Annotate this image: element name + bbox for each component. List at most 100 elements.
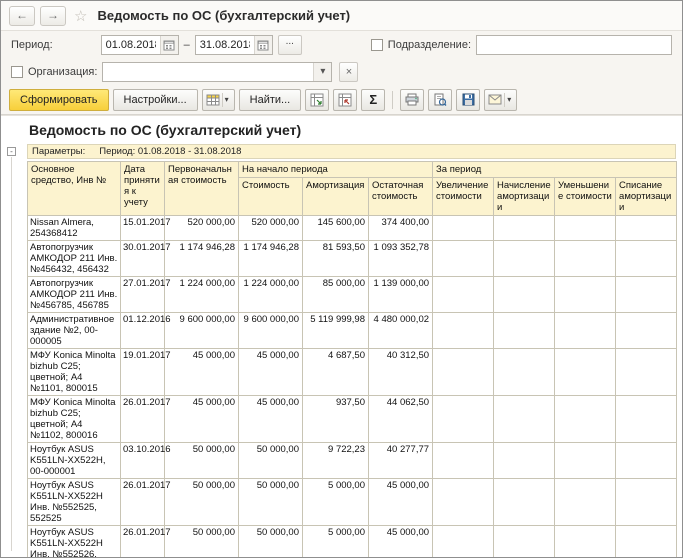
group-collapse-toggle[interactable]: - [7,147,16,156]
cell-residual[interactable]: 44 062,50 [369,396,433,443]
subdivision-input[interactable] [477,36,671,54]
cell-accrual[interactable] [494,241,555,277]
cell-increase[interactable] [433,216,494,241]
table-row[interactable]: Ноутбук ASUS K551LN-XX522H, 00-00000103.… [28,443,677,479]
cell-cost[interactable]: 520 000,00 [239,216,303,241]
cell-name[interactable]: МФУ Konica Minolta bizhub C25; цветной; … [28,349,121,396]
col-initial-cost[interactable]: Первоначальная стоимость [165,162,239,216]
cell-amort[interactable]: 937,50 [303,396,369,443]
cell-amort[interactable]: 145 600,00 [303,216,369,241]
organization-input[interactable] [103,63,313,81]
period-from-calendar-button[interactable] [160,36,178,54]
cell-cost[interactable]: 1 224 000,00 [239,277,303,313]
settings-button[interactable]: Настройки... [113,89,198,111]
table-row[interactable]: Ноутбук ASUS K551LN-XX522H Инв. №552526,… [28,526,677,558]
col-asset[interactable]: Основное средство, Инв № [28,162,121,216]
cell-date[interactable]: 30.01.2017 [121,241,165,277]
col-accrual[interactable]: Начисление амортизации [494,178,555,216]
cell-date[interactable]: 01.12.2016 [121,313,165,349]
cell-amort[interactable]: 9 722,23 [303,443,369,479]
cell-writeoff[interactable] [616,396,677,443]
cell-residual[interactable]: 1 139 000,00 [369,277,433,313]
cell-amort[interactable]: 81 593,50 [303,241,369,277]
cell-decrease[interactable] [555,396,616,443]
cell-decrease[interactable] [555,313,616,349]
cell-date[interactable]: 26.01.2017 [121,526,165,558]
cell-writeoff[interactable] [616,216,677,241]
cell-amort[interactable]: 85 000,00 [303,277,369,313]
table-row[interactable]: Административное здание №2, 00-00000501.… [28,313,677,349]
cell-writeoff[interactable] [616,479,677,526]
cell-cost[interactable]: 45 000,00 [239,396,303,443]
cell-date[interactable]: 03.10.2016 [121,443,165,479]
cell-increase[interactable] [433,396,494,443]
table-row[interactable]: Автопогрузчик АМКОДОР 211 Инв. №456785, … [28,277,677,313]
col-amortization[interactable]: Амортизация [303,178,369,216]
subdivision-checkbox[interactable] [371,39,383,51]
cell-initial[interactable]: 50 000,00 [165,443,239,479]
cell-name[interactable]: Ноутбук ASUS K551LN-XX522H Инв. №552526,… [28,526,121,558]
cell-name[interactable]: Автопогрузчик АМКОДОР 211 Инв. №456785, … [28,277,121,313]
cell-increase[interactable] [433,241,494,277]
cell-writeoff[interactable] [616,526,677,558]
table-row[interactable]: МФУ Konica Minolta bizhub C25; цветной; … [28,349,677,396]
cell-initial[interactable]: 45 000,00 [165,349,239,396]
cell-decrease[interactable] [555,241,616,277]
cell-accrual[interactable] [494,313,555,349]
period-to-calendar-button[interactable] [254,36,272,54]
cell-increase[interactable] [433,443,494,479]
col-accept-date[interactable]: Дата принятия к учету [121,162,165,216]
cell-residual[interactable]: 4 480 000,02 [369,313,433,349]
cell-date[interactable]: 26.01.2017 [121,479,165,526]
col-writeoff[interactable]: Списание амортизации [616,178,677,216]
cell-residual[interactable]: 1 093 352,78 [369,241,433,277]
generate-button[interactable]: Сформировать [9,89,109,111]
cell-cost[interactable]: 1 174 946,28 [239,241,303,277]
cell-cost[interactable]: 45 000,00 [239,349,303,396]
cell-increase[interactable] [433,479,494,526]
cell-name[interactable]: Ноутбук ASUS K551LN-XX522H, 00-000001 [28,443,121,479]
cell-initial[interactable]: 45 000,00 [165,396,239,443]
cell-increase[interactable] [433,313,494,349]
cell-initial[interactable]: 50 000,00 [165,479,239,526]
cell-writeoff[interactable] [616,277,677,313]
cell-accrual[interactable] [494,396,555,443]
autosum-button[interactable]: Σ [361,89,385,111]
cell-amort[interactable]: 5 119 999,98 [303,313,369,349]
cell-date[interactable]: 15.01.2017 [121,216,165,241]
organization-clear-button[interactable]: × [339,62,358,82]
cell-residual[interactable]: 45 000,00 [369,526,433,558]
cell-decrease[interactable] [555,216,616,241]
col-residual[interactable]: Остаточная стоимость [369,178,433,216]
print-preview-button[interactable] [428,89,452,111]
cell-residual[interactable]: 45 000,00 [369,479,433,526]
report-variants-button[interactable]: ▾ [202,89,235,111]
expand-groupings-button[interactable] [305,89,329,111]
col-increase[interactable]: Увеличение стоимости [433,178,494,216]
back-button[interactable]: ← [9,6,35,26]
cell-name[interactable]: МФУ Konica Minolta bizhub C25; цветной; … [28,396,121,443]
cell-increase[interactable] [433,277,494,313]
table-row[interactable]: МФУ Konica Minolta bizhub C25; цветной; … [28,396,677,443]
cell-residual[interactable]: 40 277,77 [369,443,433,479]
cell-decrease[interactable] [555,277,616,313]
cell-cost[interactable]: 9 600 000,00 [239,313,303,349]
cell-writeoff[interactable] [616,241,677,277]
cell-date[interactable]: 27.01.2017 [121,277,165,313]
forward-button[interactable]: → [40,6,66,26]
cell-date[interactable]: 19.01.2017 [121,349,165,396]
cell-decrease[interactable] [555,479,616,526]
period-to-input[interactable] [196,36,254,54]
cell-name[interactable]: Автопогрузчик АМКОДОР 211 Инв. №456432, … [28,241,121,277]
cell-initial[interactable]: 1 224 000,00 [165,277,239,313]
col-group-begin-period[interactable]: На начало периода [239,162,433,178]
cell-decrease[interactable] [555,443,616,479]
cell-amort[interactable]: 5 000,00 [303,526,369,558]
print-button[interactable] [400,89,424,111]
period-from-input[interactable] [102,36,160,54]
cell-accrual[interactable] [494,349,555,396]
cell-writeoff[interactable] [616,313,677,349]
table-row[interactable]: Ноутбук ASUS K551LN-XX522H Инв. №552525,… [28,479,677,526]
organization-dropdown-button[interactable]: ▾ [313,63,331,81]
cell-cost[interactable]: 50 000,00 [239,479,303,526]
